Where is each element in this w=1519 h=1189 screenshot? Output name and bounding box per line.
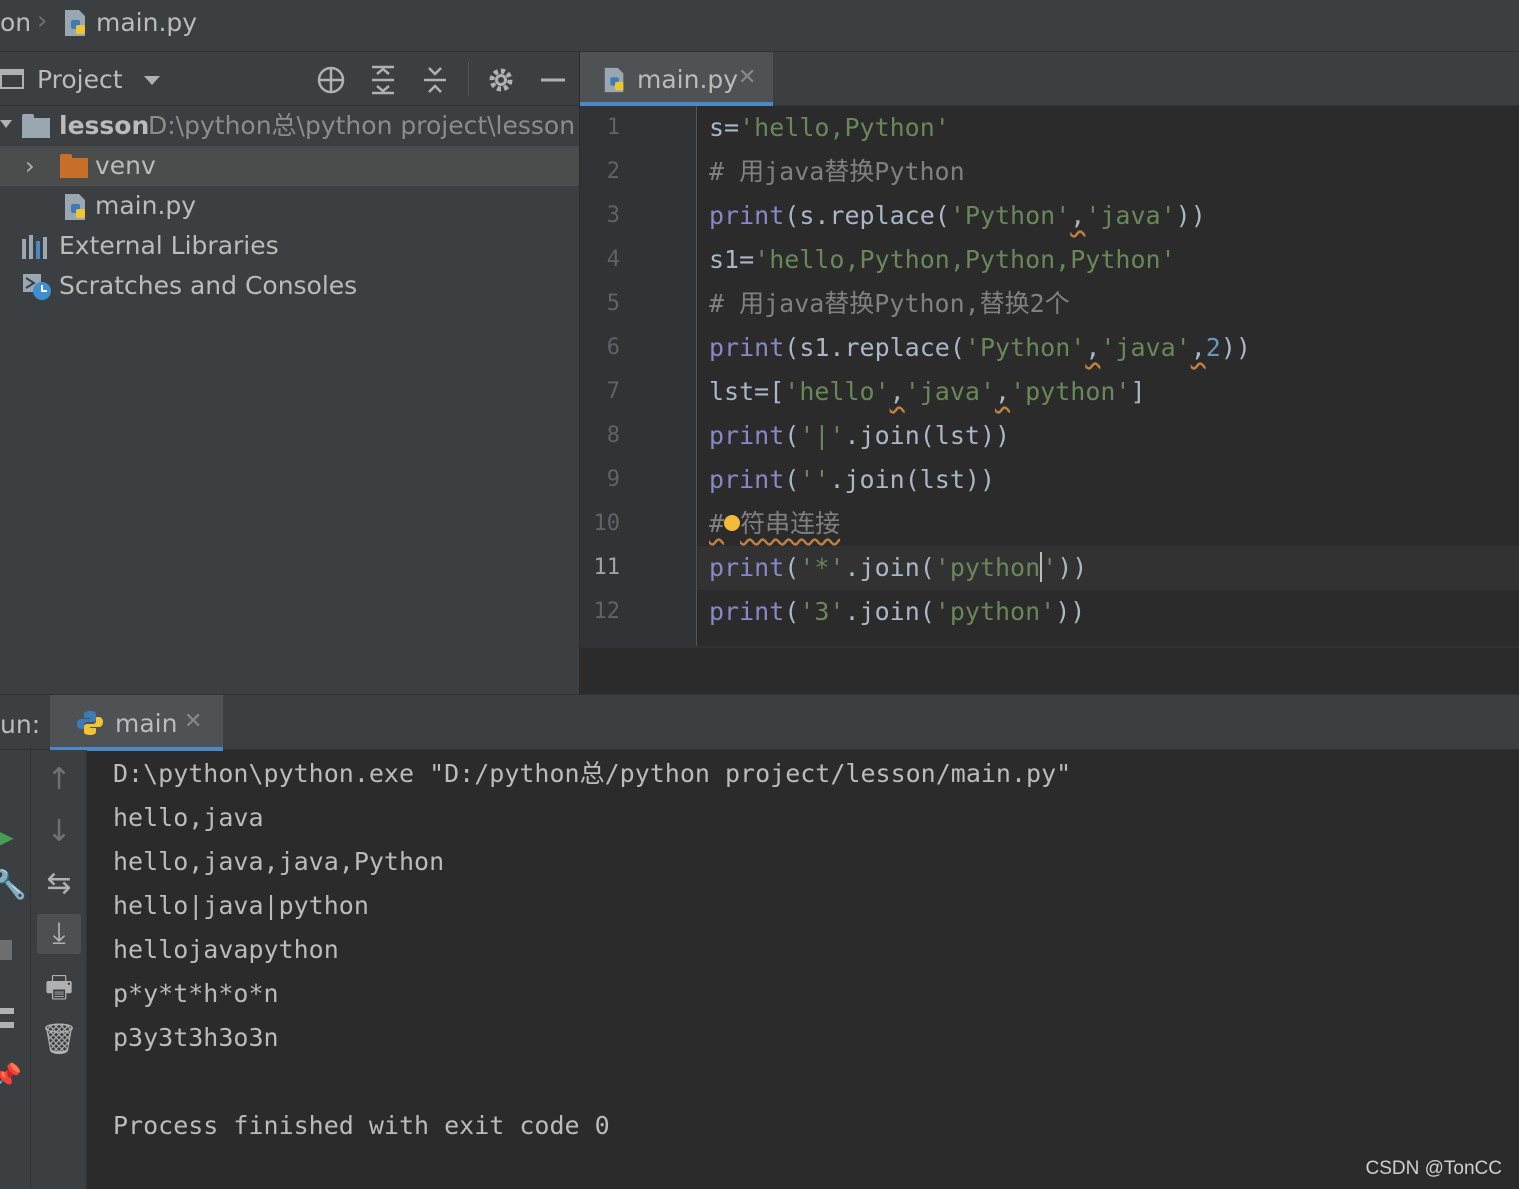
tree-row-scratches[interactable]: Scratches and Consoles — [0, 266, 579, 306]
code-line-11: print('*'.join('python')) — [709, 552, 1088, 582]
python-file-icon — [604, 67, 624, 93]
tree-root-name: lesson — [59, 111, 150, 140]
python-file-icon — [65, 10, 85, 36]
run-left-toolbar: ▶ 🔧 📌 — [0, 750, 31, 1189]
arrow-down-icon[interactable]: ↓ — [31, 812, 87, 852]
project-panel: Project lesson D:\python总\python project… — [0, 52, 579, 694]
line-number: 12 — [593, 599, 621, 624]
console-line: p*y*t*h*o*n — [113, 979, 279, 1008]
code-line-12: print('3'.join('python')) — [709, 597, 1086, 626]
tree-scratches-label: Scratches and Consoles — [59, 271, 358, 300]
run-panel: un: main ✕ ▶ 🔧 📌 ↑ ↓ ⇆ ⤓ 🖶 🗑 D:\python\p… — [0, 694, 1519, 1189]
code-line-1: s='hello,Python' — [709, 113, 950, 142]
run-tab-label: main — [115, 709, 178, 738]
external-libraries-icon — [22, 235, 52, 259]
line-number: 5 — [606, 291, 620, 316]
console-line: hellojavapython — [113, 935, 339, 964]
breadcrumb-file[interactable]: main.py — [96, 8, 197, 37]
python-icon — [77, 711, 103, 735]
layout-icon[interactable] — [0, 1008, 14, 1028]
line-number-current: 11 — [593, 555, 621, 580]
console-line: p3y3t3h3o3n — [113, 1023, 279, 1052]
tree-row-external-libraries[interactable]: External Libraries — [0, 226, 579, 266]
line-number-gutter: 1 2 3 4 5 6 7 8 9 10 11 12 — [580, 106, 697, 646]
line-number: 6 — [606, 335, 620, 360]
tree-root-path: D:\python总\python project\lesson — [148, 111, 576, 140]
bulb-icon[interactable] — [724, 515, 741, 531]
editor-tab-bar: main.py ✕ — [580, 52, 1519, 106]
tab-label: main.py — [637, 65, 739, 94]
watermark: CSDN @TonCC — [1365, 1158, 1502, 1179]
tree-row-lesson[interactable]: lesson D:\python总\python project\lesson — [0, 106, 579, 146]
print-icon[interactable]: 🖶 — [31, 968, 87, 1008]
breadcrumb-project[interactable]: on — [0, 8, 31, 37]
line-number: 9 — [606, 467, 620, 492]
line-number: 3 — [606, 203, 620, 228]
line-number: 4 — [606, 247, 620, 272]
console-line: hello,java,java,Python — [113, 847, 445, 876]
tree-external-libraries-label: External Libraries — [59, 231, 279, 260]
folder-icon — [60, 154, 88, 178]
folder-icon — [22, 114, 50, 138]
code-line-8: print('|'.join(lst)) — [709, 421, 1011, 450]
chevron-down-icon[interactable] — [144, 76, 160, 85]
editor-empty-area — [580, 646, 1519, 694]
navigation-bar: on › main.py — [0, 0, 1519, 52]
code-line-2: # 用java替换Python — [709, 157, 965, 186]
collapse-all-icon[interactable] — [418, 63, 452, 97]
wrench-icon[interactable]: 🔧 — [0, 868, 27, 901]
run-panel-header: un: main ✕ — [0, 694, 1519, 751]
line-number: 7 — [606, 379, 620, 404]
expand-all-icon[interactable] — [366, 63, 400, 97]
line-number: 8 — [606, 423, 620, 448]
tree-venv-label: venv — [95, 151, 156, 180]
console-output[interactable]: D:\python\python.exe "D:/python总/python … — [88, 750, 1519, 1189]
code-line-4: s1='hello,Python,Python,Python' — [709, 245, 1176, 274]
toolbar-divider — [468, 62, 469, 96]
line-number: 1 — [606, 115, 620, 140]
gear-icon[interactable] — [484, 63, 518, 97]
tree-main-label: main.py — [95, 191, 197, 220]
project-window-icon — [0, 69, 24, 89]
console-line: hello,java — [113, 803, 264, 832]
code-line-10: # 符串连接 — [709, 509, 841, 538]
code-line-5: # 用java替换Python,替换2个 — [709, 289, 1070, 318]
stop-icon[interactable] — [0, 940, 12, 960]
run-icon[interactable]: ▶ — [0, 820, 14, 853]
close-icon[interactable]: ✕ — [184, 709, 202, 734]
line-number: 2 — [606, 159, 620, 184]
line-number: 10 — [593, 511, 621, 536]
locate-icon[interactable] — [314, 63, 348, 97]
code-line-7: lst=['hello','java','python'] — [709, 377, 1146, 406]
pin-icon[interactable]: 📌 — [0, 1062, 22, 1090]
scroll-to-end-icon[interactable]: ⤓ — [37, 914, 81, 954]
breadcrumb-separator-icon: › — [37, 6, 48, 36]
chevron-down-icon[interactable] — [0, 120, 12, 128]
soft-wrap-icon[interactable]: ⇆ — [31, 864, 87, 904]
minimize-icon[interactable] — [536, 63, 570, 97]
console-line: D:\python\python.exe "D:/python总/python … — [113, 759, 1072, 788]
tree-row-venv[interactable]: › venv — [0, 146, 579, 186]
code-line-9: print(''.join(lst)) — [709, 465, 996, 494]
close-icon[interactable]: ✕ — [738, 65, 756, 90]
code-line-3: print(s.replace('Python','java')) — [709, 201, 1206, 230]
project-panel-header: Project — [0, 52, 579, 106]
code-line-6: print(s1.replace('Python','java',2)) — [709, 333, 1251, 362]
run-label: un: — [0, 710, 41, 739]
tab-main-py[interactable]: main.py ✕ — [580, 52, 773, 106]
trash-icon[interactable]: 🗑 — [31, 1020, 87, 1060]
code-editor[interactable]: s='hello,Python' # 用java替换Python print(s… — [698, 106, 1519, 646]
python-file-icon — [65, 194, 85, 220]
scratches-icon — [23, 274, 51, 300]
project-panel-title[interactable]: Project — [37, 65, 123, 94]
arrow-up-icon[interactable]: ↑ — [31, 760, 87, 800]
console-line: hello|java|python — [113, 891, 369, 920]
console-line: Process finished with exit code 0 — [113, 1111, 610, 1140]
run-console-toolbar: ↑ ↓ ⇆ ⤓ 🖶 🗑 — [31, 750, 87, 1189]
editor-area: main.py ✕ 1 2 3 4 5 6 7 8 9 10 11 12 s='… — [580, 52, 1519, 694]
chevron-right-icon[interactable]: › — [25, 154, 35, 178]
tree-row-main-py[interactable]: main.py — [0, 186, 579, 226]
run-tab-main[interactable]: main ✕ — [50, 695, 223, 751]
